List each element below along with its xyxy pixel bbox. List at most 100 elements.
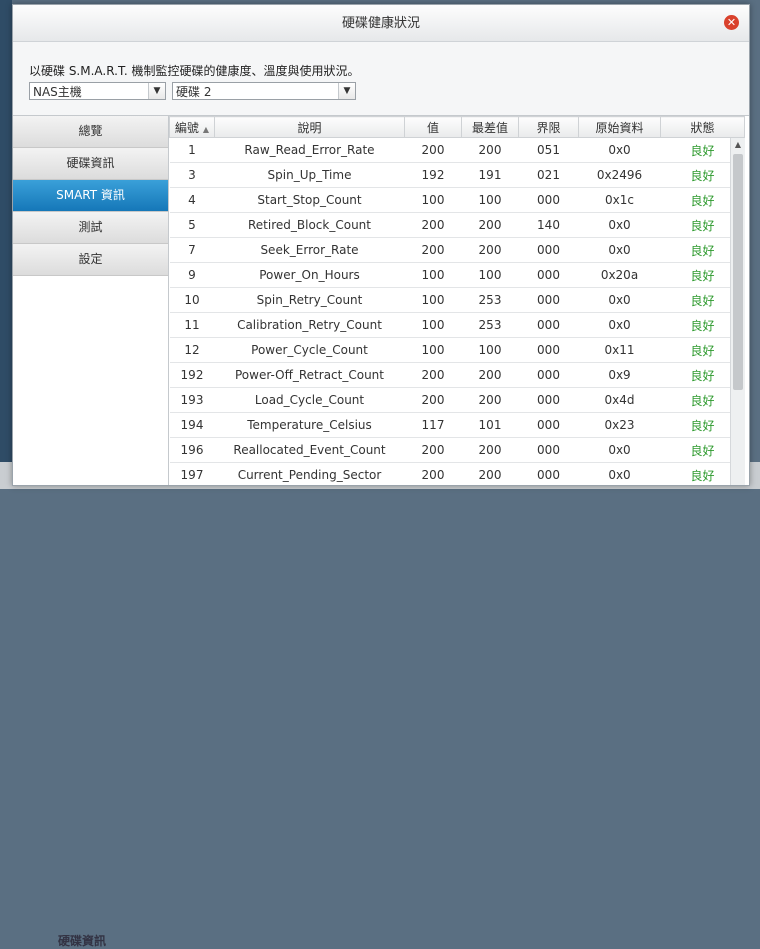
cell-worst: 253 [461, 312, 519, 338]
cell-description: Power_On_Hours [214, 262, 405, 288]
cell-value: 200 [404, 437, 462, 463]
cell-worst: 100 [461, 337, 519, 363]
cell-raw: 0x0 [578, 237, 661, 263]
cell-value: 100 [404, 287, 462, 313]
cell-id: 5 [169, 212, 215, 238]
table-row[interactable]: 194 Temperature_Celsius 117 101 000 0x23 良好 [169, 412, 745, 438]
cell-raw: 0x0 [578, 137, 661, 163]
cell-threshold: 000 [518, 412, 579, 438]
cell-threshold: 000 [518, 462, 579, 485]
sidebar-item-overview[interactable]: 總覽 [13, 116, 168, 148]
cell-id: 10 [169, 287, 215, 313]
sidebar-item-settings[interactable]: 設定 [13, 244, 168, 276]
cell-threshold: 000 [518, 312, 579, 338]
cell-value: 200 [404, 362, 462, 388]
table-row[interactable]: 3 Spin_Up_Time 192 191 021 0x2496 良好 [169, 162, 745, 188]
cell-raw: 0x0 [578, 287, 661, 313]
cell-description: Spin_Up_Time [214, 162, 405, 188]
cell-worst: 200 [461, 387, 519, 413]
cell-description: Start_Stop_Count [214, 187, 405, 213]
cell-value: 100 [404, 312, 462, 338]
column-header-description[interactable]: 說明 [214, 116, 405, 138]
sidebar-item-disk-info[interactable]: 硬碟資訊 [13, 148, 168, 180]
dialog-description: 以硬碟 S.M.A.R.T. 機制監控硬碟的健康度、溫度與使用狀況。 [29, 64, 360, 78]
table-row[interactable]: 193 Load_Cycle_Count 200 200 000 0x4d 良好 [169, 387, 745, 413]
cell-raw: 0x23 [578, 412, 661, 438]
close-icon[interactable]: ✕ [724, 15, 739, 30]
disk-health-dialog: 硬碟健康狀況 ✕ 以硬碟 S.M.A.R.T. 機制監控硬碟的健康度、溫度與使用… [12, 4, 750, 486]
cell-raw: 0x11 [578, 337, 661, 363]
cell-id: 1 [169, 137, 215, 163]
chevron-down-icon[interactable]: ▼ [148, 83, 165, 99]
table-row[interactable]: 4 Start_Stop_Count 100 100 000 0x1c 良好 [169, 187, 745, 213]
cell-threshold: 000 [518, 287, 579, 313]
chevron-down-icon[interactable]: ▼ [338, 83, 355, 99]
cell-worst: 200 [461, 212, 519, 238]
device-select[interactable]: NAS主機 ▼ [29, 82, 166, 100]
table-scrollbar[interactable]: ▲ [730, 138, 745, 485]
cell-raw: 0x0 [578, 437, 661, 463]
table-row[interactable]: 5 Retired_Block_Count 200 200 140 0x0 良好 [169, 212, 745, 238]
cell-id: 9 [169, 262, 215, 288]
cell-threshold: 140 [518, 212, 579, 238]
table-row[interactable]: 10 Spin_Retry_Count 100 253 000 0x0 良好 [169, 287, 745, 313]
cell-description: Calibration_Retry_Count [214, 312, 405, 338]
cell-value: 192 [404, 162, 462, 188]
cell-worst: 200 [461, 362, 519, 388]
cell-id: 193 [169, 387, 215, 413]
cell-raw: 0x2496 [578, 162, 661, 188]
cell-worst: 191 [461, 162, 519, 188]
cell-description: Load_Cycle_Count [214, 387, 405, 413]
cell-value: 100 [404, 187, 462, 213]
table-row[interactable]: 1 Raw_Read_Error_Rate 200 200 051 0x0 良好 [169, 137, 745, 163]
table-row[interactable]: 197 Current_Pending_Sector 200 200 000 0x0 良好 [169, 462, 745, 485]
cell-value: 200 [404, 212, 462, 238]
cell-raw: 0x4d [578, 387, 661, 413]
table-row[interactable]: 11 Calibration_Retry_Count 100 253 000 0x0 良好 [169, 312, 745, 338]
column-header-worst[interactable]: 最差值 [461, 116, 519, 138]
disk-select[interactable]: 硬碟 2 ▼ [172, 82, 356, 100]
cell-value: 200 [404, 137, 462, 163]
sidebar: 總覽 硬碟資訊 SMART 資訊 測試 設定 [13, 116, 169, 485]
sort-asc-icon: ▲ [202, 124, 210, 134]
column-header-raw[interactable]: 原始資料 [578, 116, 661, 138]
cell-description: Temperature_Celsius [214, 412, 405, 438]
cell-worst: 100 [461, 187, 519, 213]
background-sidebar-strip [0, 0, 12, 489]
cell-threshold: 000 [518, 387, 579, 413]
column-header-id[interactable]: 編號 ▲ [169, 116, 215, 138]
cell-id: 11 [169, 312, 215, 338]
background-label: 硬碟資訊 [58, 934, 107, 948]
cell-threshold: 000 [518, 337, 579, 363]
dialog-titlebar: 硬碟健康狀況 ✕ [13, 5, 749, 42]
cell-value: 200 [404, 387, 462, 413]
cell-id: 7 [169, 237, 215, 263]
cell-raw: 0x9 [578, 362, 661, 388]
cell-worst: 101 [461, 412, 519, 438]
cell-description: Power-Off_Retract_Count [214, 362, 405, 388]
table-row[interactable]: 7 Seek_Error_Rate 200 200 000 0x0 良好 [169, 237, 745, 263]
cell-worst: 200 [461, 462, 519, 485]
column-header-value[interactable]: 值 [404, 116, 462, 138]
table-row[interactable]: 12 Power_Cycle_Count 100 100 000 0x11 良好 [169, 337, 745, 363]
cell-id: 192 [169, 362, 215, 388]
smart-table: 編號 ▲ 說明 值 最差值 界限 原始資料 狀態 1 Raw_Read_Error_… [169, 116, 745, 485]
cell-threshold: 000 [518, 362, 579, 388]
sidebar-item-test[interactable]: 測試 [13, 212, 168, 244]
column-header-threshold[interactable]: 界限 [518, 116, 579, 138]
cell-id: 3 [169, 162, 215, 188]
cell-value: 200 [404, 462, 462, 485]
cell-value: 117 [404, 412, 462, 438]
cell-threshold: 000 [518, 262, 579, 288]
cell-worst: 200 [461, 237, 519, 263]
table-row[interactable]: 9 Power_On_Hours 100 100 000 0x20a 良好 [169, 262, 745, 288]
scroll-thumb[interactable] [733, 154, 743, 390]
cell-description: Seek_Error_Rate [214, 237, 405, 263]
scroll-up-icon[interactable]: ▲ [731, 138, 745, 152]
table-row[interactable]: 196 Reallocated_Event_Count 200 200 000 0x0 良好 [169, 437, 745, 463]
table-row[interactable]: 192 Power-Off_Retract_Count 200 200 000 0x9 良好 [169, 362, 745, 388]
column-header-status[interactable]: 狀態 [660, 116, 745, 138]
content-panel: 總覽 硬碟資訊 SMART 資訊 測試 設定 編號▲ 說明 值 最差值 界限 [13, 115, 749, 485]
cell-description: Retired_Block_Count [214, 212, 405, 238]
sidebar-item-smart-info[interactable]: SMART 資訊 [13, 180, 168, 212]
